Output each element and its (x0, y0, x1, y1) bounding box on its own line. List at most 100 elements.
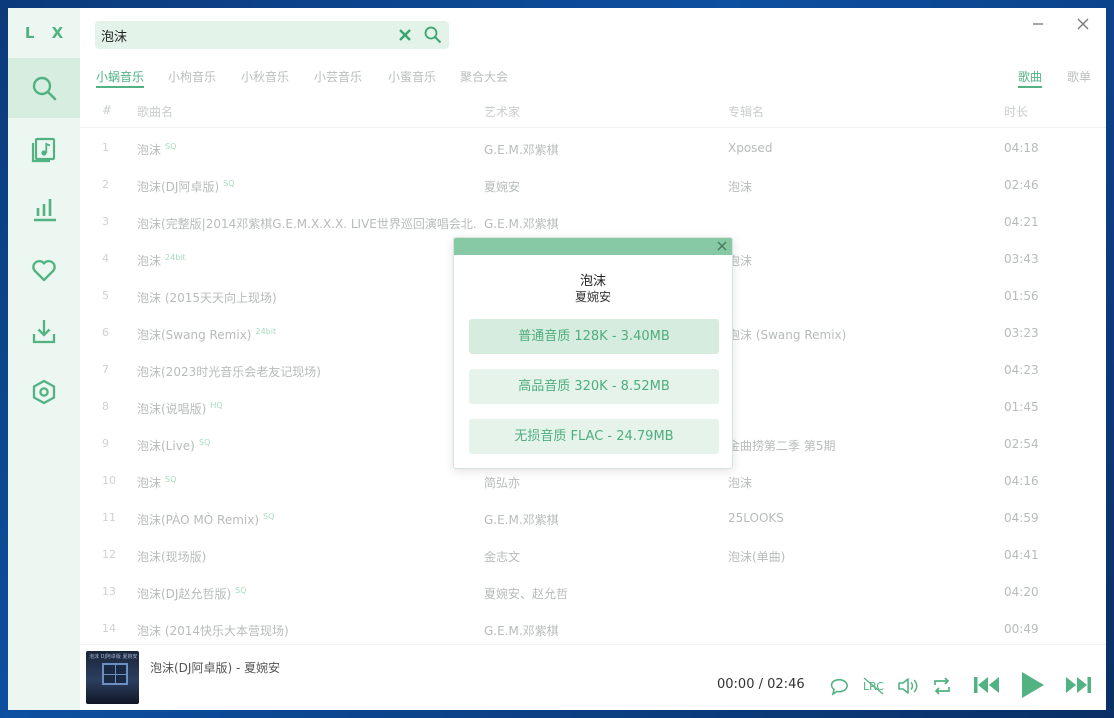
row-album[interactable]: 泡沫 (728, 252, 978, 269)
row-album[interactable]: 金曲捞第二季 第5期 (728, 437, 978, 454)
repeat-icon[interactable] (931, 675, 953, 697)
row-artist[interactable]: 夏婉安、赵允哲 (484, 585, 714, 602)
row-album[interactable]: 泡沫 (Swang Remix) (728, 326, 978, 343)
table-row[interactable]: 11 泡沫(PÀO MÒ Remix) SQ G.E.M.邓紫棋 25LOOKS … (80, 500, 1106, 537)
row-name: 泡沫 (2015天天向上现场) (137, 289, 477, 306)
dialog-song-name: 泡沫 (579, 274, 606, 289)
playback-time: 00:00 / 02:46 (717, 677, 805, 692)
row-album[interactable]: 25LOOKS (728, 511, 978, 525)
row-num: 8 (102, 400, 109, 413)
row-num: 10 (102, 474, 116, 487)
row-name: 泡沫(Live) SQ (137, 437, 477, 454)
quality-badge: HQ (210, 401, 223, 410)
song-title: 泡沫(2023时光音乐会老友记现场) (137, 365, 321, 379)
next-track-icon[interactable] (1063, 673, 1093, 697)
current-time: 00:00 (717, 677, 755, 692)
close-icon[interactable] (1075, 16, 1091, 32)
header-name: 歌曲名 (137, 105, 174, 119)
row-num: 13 (102, 585, 116, 598)
cover-art (102, 663, 128, 685)
quality-badge: SQ (165, 475, 177, 484)
row-name: 泡沫 SQ (137, 141, 477, 158)
row-name: 泡沫(PÀO MÒ Remix) SQ (137, 511, 477, 528)
source-tab[interactable]: 小蜜音乐 (388, 68, 436, 88)
nav-download[interactable] (8, 301, 80, 361)
search-icon[interactable] (423, 25, 443, 45)
source-tab[interactable]: 聚合大会 (460, 68, 508, 88)
row-artist[interactable]: G.E.M.邓紫棋 (484, 511, 714, 528)
row-album[interactable]: 泡沫(单曲) (728, 548, 978, 565)
row-num: 5 (102, 289, 109, 302)
row-artist[interactable]: G.E.M.邓紫棋 (484, 215, 714, 232)
table-row[interactable]: 1 泡沫 SQ G.E.M.邓紫棋 Xposed 04:18 (80, 130, 1106, 167)
row-num: 9 (102, 437, 109, 450)
search-icon (32, 76, 57, 101)
row-name: 泡沫(现场版) (137, 548, 477, 565)
row-artist[interactable]: G.E.M.邓紫棋 (484, 141, 714, 158)
bar-chart-icon (34, 199, 56, 222)
nav-song-list[interactable] (8, 119, 80, 179)
nav-favorites[interactable] (8, 240, 80, 300)
quality-badge: SQ (165, 142, 177, 151)
download-icon (32, 320, 56, 344)
source-tab[interactable]: 小芸音乐 (314, 68, 362, 88)
row-duration: 02:46 (1004, 178, 1039, 192)
row-album[interactable]: 泡沫 (728, 178, 978, 195)
quality-lossless-button[interactable]: 无损音质 FLAC - 24.79MB (469, 419, 719, 454)
volume-icon[interactable] (896, 675, 920, 697)
table-header: # 歌曲名 艺术家 专辑名 时长 (80, 96, 1106, 128)
song-title: 泡沫(Swang Remix) (137, 328, 252, 342)
album-cover[interactable]: 泡沫 DJ阿卓版 夏婉安 (86, 651, 139, 704)
table-row[interactable]: 12 泡沫(现场版) 金志文 泡沫(单曲) 04:41 (80, 537, 1106, 574)
search-box[interactable]: 泡沫 (95, 21, 449, 49)
close-icon[interactable] (716, 240, 728, 252)
nav-search[interactable] (8, 58, 80, 118)
row-duration: 04:18 (1004, 141, 1039, 155)
row-num: 2 (102, 178, 109, 191)
table-row[interactable]: 14 泡沫 (2014快乐大本营现场) G.E.M.邓紫棋 00:49 (80, 611, 1106, 648)
header-artist: 艺术家 (484, 105, 521, 119)
row-duration: 04:21 (1004, 215, 1039, 229)
source-tab[interactable]: 小秋音乐 (241, 68, 289, 88)
clear-icon[interactable] (397, 27, 413, 43)
song-title: 泡沫 (137, 254, 162, 268)
song-title: 泡沫(DJ赵允哲版) (137, 587, 232, 601)
previous-track-icon[interactable] (972, 673, 1002, 697)
row-album[interactable]: 泡沫 (728, 474, 978, 491)
play-icon[interactable] (1018, 669, 1046, 701)
row-album[interactable]: Xposed (728, 141, 978, 155)
source-tab[interactable]: 小枸音乐 (168, 68, 216, 88)
row-duration: 04:41 (1004, 548, 1039, 562)
row-name: 泡沫(DJ赵允哲版) SQ (137, 585, 477, 602)
minimize-icon[interactable] (1030, 16, 1046, 32)
quality-standard-button[interactable]: 普通音质 128K - 3.40MB (469, 319, 719, 354)
table-row[interactable]: 13 泡沫(DJ赵允哲版) SQ 夏婉安、赵允哲 04:20 (80, 574, 1106, 611)
cover-text: 泡沫 DJ阿卓版 夏婉安 (89, 654, 138, 660)
nav-leaderboard[interactable] (8, 179, 80, 239)
comment-icon[interactable] (829, 675, 851, 697)
source-tab[interactable]: 小蜗音乐 (96, 68, 145, 88)
quality-high-button[interactable]: 高品音质 320K - 8.52MB (469, 369, 719, 404)
quality-badge: SQ (235, 586, 247, 595)
nav-settings[interactable] (8, 362, 80, 422)
row-name: 泡沫(DJ阿卓版) SQ (137, 178, 477, 195)
song-title: 泡沫(完整版|2014邓紫棋G.E.M.X.X.X. LIVE世界巡回演唱会北.… (137, 217, 477, 231)
row-name: 泡沫 SQ (137, 474, 477, 491)
row-name: 泡沫(2023时光音乐会老友记现场) (137, 363, 477, 380)
row-artist[interactable]: 夏婉安 (484, 178, 714, 195)
lyric-icon[interactable]: LRC (862, 675, 886, 697)
row-artist[interactable]: G.E.M.邓紫棋 (484, 622, 714, 639)
search-input[interactable]: 泡沫 (101, 26, 127, 45)
tab-songs[interactable]: 歌曲 (1018, 68, 1043, 88)
table-row[interactable]: 2 泡沫(DJ阿卓版) SQ 夏婉安 泡沫 02:46 (80, 167, 1106, 204)
song-title: 泡沫(DJ阿卓版) (137, 180, 220, 194)
row-artist[interactable]: 金志文 (484, 548, 714, 565)
song-title: 泡沫 (2014快乐大本营现场) (137, 624, 289, 638)
row-num: 4 (102, 252, 109, 265)
row-num: 7 (102, 363, 109, 376)
tab-playlists[interactable]: 歌单 (1067, 68, 1091, 88)
row-duration: 04:23 (1004, 363, 1039, 377)
music-list-icon (31, 137, 56, 163)
table-row[interactable]: 3 泡沫(完整版|2014邓紫棋G.E.M.X.X.X. LIVE世界巡回演唱会… (80, 204, 1106, 241)
row-artist[interactable]: 简弘亦 (484, 474, 714, 491)
